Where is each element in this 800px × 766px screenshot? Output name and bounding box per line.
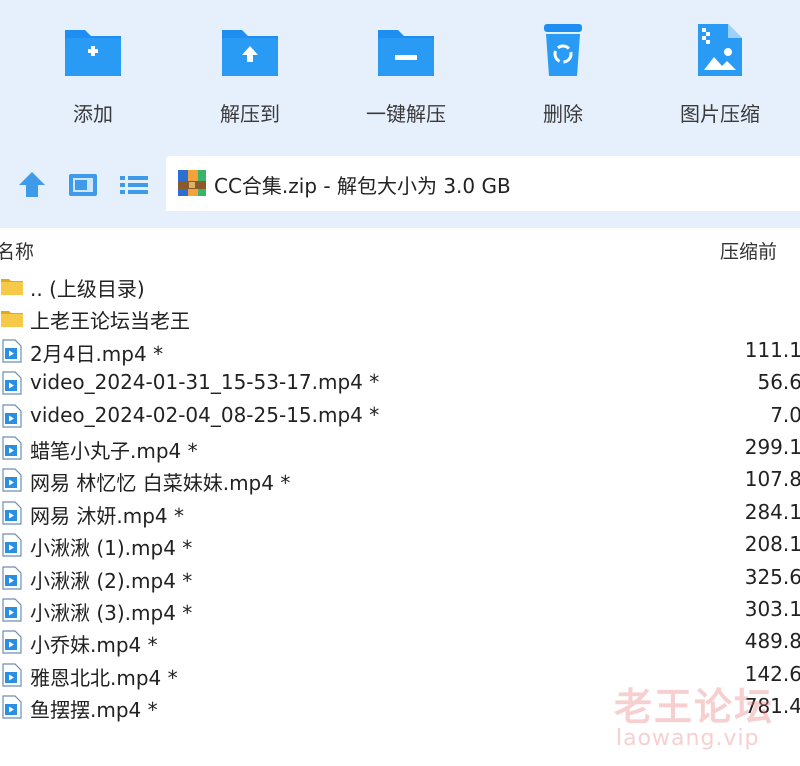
file-size: 325.6	[744, 564, 800, 589]
video-file-icon	[2, 371, 22, 395]
file-name: 小湫湫 (3).mp4 *	[30, 600, 193, 625]
video-file-icon	[2, 565, 22, 590]
folder-icon	[1, 279, 23, 295]
archive-path-text: CC合集.zip - 解包大小为 3.0 GB	[214, 174, 511, 198]
file-name: 小乔妹.mp4 *	[30, 633, 158, 658]
file-name: 鱼摆摆.mp4 *	[30, 698, 158, 723]
file-name: 2月4日.mp4 *	[30, 341, 164, 366]
folder-add-icon	[65, 30, 121, 76]
list-item[interactable]: 蜡笔小丸子.mp4 * 299.1	[0, 432, 800, 464]
video-file-icon	[2, 436, 22, 460]
video-file-icon	[2, 339, 22, 363]
file-name: 小湫湫 (1).mp4 *	[30, 536, 193, 561]
video-file-icon	[2, 695, 22, 719]
file-size: 7.0	[770, 402, 800, 427]
list-item[interactable]: 小湫湫 (2).mp4 * 325.6	[0, 562, 800, 594]
list-item[interactable]: .. (上级目录)	[0, 270, 800, 302]
delete-button[interactable]: 删除	[503, 20, 623, 127]
list-item[interactable]: 网易 林忆忆 白菜妹妹.mp4 * 107.8	[0, 464, 800, 496]
video-file-icon	[2, 598, 22, 622]
image-compress-icon	[698, 24, 742, 76]
toolbar: 添加 解压到 一键解压 删除 图片压缩	[0, 0, 800, 152]
file-name: video_2024-01-31_15-53-17.mp4 *	[30, 370, 380, 395]
video-file-icon	[2, 468, 22, 492]
video-file-icon	[2, 663, 22, 687]
extract-to-label: 解压到	[220, 102, 280, 126]
add-label: 添加	[73, 102, 113, 126]
file-size: 489.8	[744, 629, 800, 654]
address-bar[interactable]: CC合集.zip - 解包大小为 3.0 GB	[166, 156, 800, 211]
list-item[interactable]: 2月4日.mp4 * 111.1	[0, 335, 800, 367]
list-header: 名称 压缩前	[0, 228, 800, 270]
file-name: 网易 沐妍.mp4 *	[30, 503, 184, 528]
video-file-icon	[2, 501, 22, 525]
file-size: 107.8	[744, 467, 800, 492]
file-size: 56.6	[757, 370, 800, 395]
thumbnail-view-icon[interactable]	[66, 168, 100, 202]
recycle-bin-icon	[544, 24, 582, 76]
zip-archive-icon	[178, 170, 206, 196]
image-compress-label: 图片压缩	[680, 102, 760, 126]
file-name: 蜡笔小丸子.mp4 *	[30, 438, 198, 463]
watermark-title: 老王论坛	[614, 685, 775, 729]
video-file-icon	[2, 403, 22, 428]
video-file-icon	[2, 533, 22, 557]
image-compress-button[interactable]: 图片压缩	[660, 20, 780, 127]
list-view-icon[interactable]	[117, 168, 151, 202]
column-name-header[interactable]: 名称	[0, 237, 34, 264]
delete-label: 删除	[543, 102, 583, 126]
file-name: .. (上级目录)	[30, 277, 145, 301]
list-item[interactable]: 上老王论坛当老王	[0, 302, 800, 334]
list-item[interactable]: 小湫湫 (1).mp4 * 208.1	[0, 529, 800, 561]
file-list: .. (上级目录) 上老王论坛当老王 2月4日.mp4 * 111.1 video_20…	[0, 270, 800, 723]
list-item[interactable]: 小乔妹.mp4 * 489.8	[0, 626, 800, 658]
file-size: 299.1	[744, 434, 800, 459]
list-item[interactable]: 小湫湫 (3).mp4 * 303.1	[0, 594, 800, 626]
extract-to-button[interactable]: 解压到	[190, 20, 310, 127]
file-name: 小湫湫 (2).mp4 *	[30, 568, 193, 593]
file-size: 284.1	[744, 499, 800, 524]
folder-one-click-extract-icon	[378, 30, 434, 76]
file-size: 303.1	[744, 596, 800, 621]
file-name: 网易 林忆忆 白菜妹妹.mp4 *	[30, 471, 291, 496]
file-name: video_2024-02-04_08-25-15.mp4 *	[30, 402, 380, 427]
up-arrow-icon[interactable]	[15, 168, 49, 202]
folder-extract-icon	[222, 30, 278, 76]
one-click-extract-label: 一键解压	[366, 102, 446, 126]
column-size-header[interactable]: 压缩前	[720, 237, 777, 264]
list-item[interactable]: video_2024-01-31_15-53-17.mp4 * 56.6	[0, 367, 800, 399]
one-click-extract-button[interactable]: 一键解压	[346, 20, 466, 127]
file-size: 208.1	[744, 532, 800, 557]
file-name: 上老王论坛当老王	[30, 309, 190, 334]
list-item[interactable]: video_2024-02-04_08-25-15.mp4 * 7.0	[0, 400, 800, 432]
watermark-url: laowang.vip	[616, 726, 760, 751]
add-button[interactable]: 添加	[33, 20, 153, 127]
folder-icon	[1, 311, 23, 328]
file-size: 111.1	[744, 337, 800, 362]
video-file-icon	[2, 630, 22, 654]
list-item[interactable]: 网易 沐妍.mp4 * 284.1	[0, 497, 800, 529]
file-name: 雅恩北北.mp4 *	[30, 665, 178, 690]
